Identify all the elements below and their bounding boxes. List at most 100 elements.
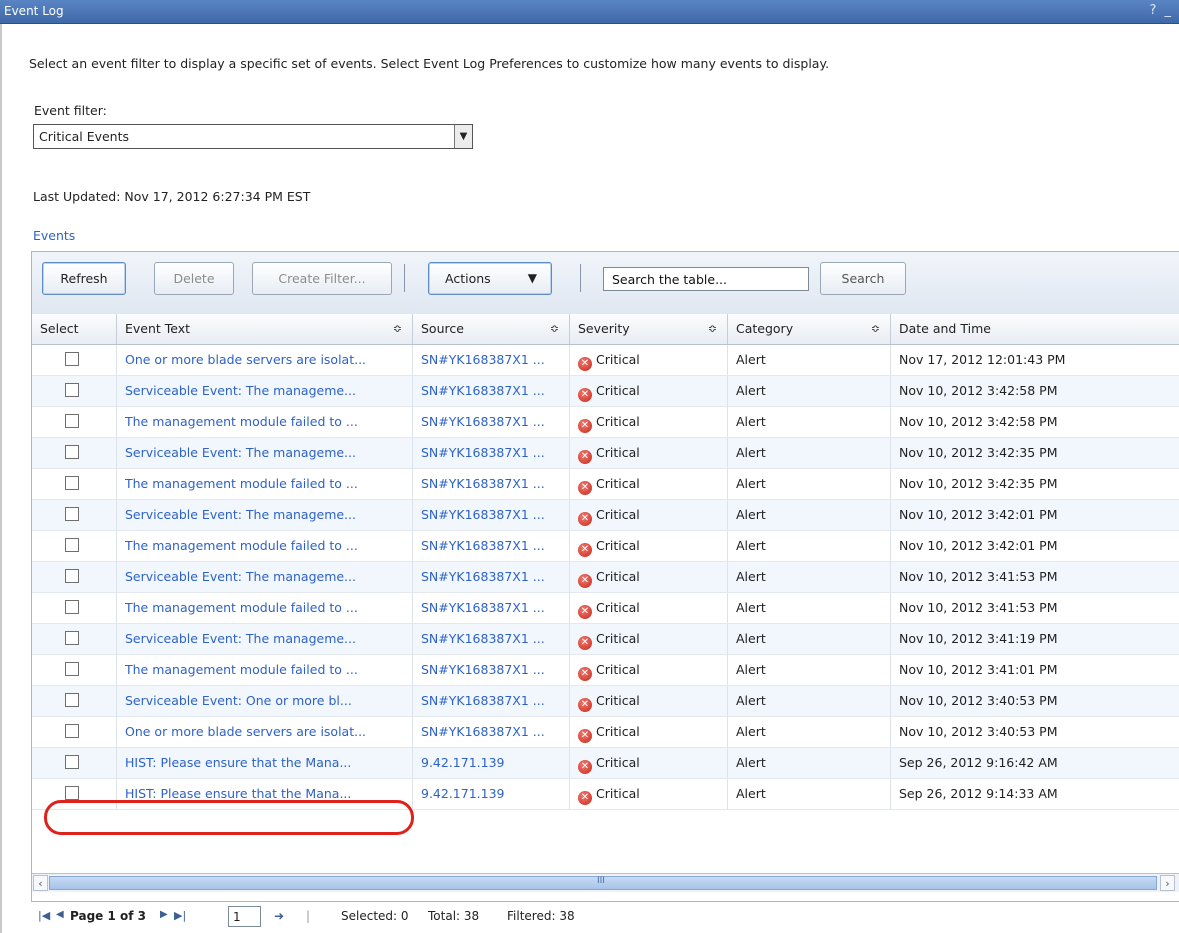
row-checkbox[interactable]	[65, 693, 79, 707]
first-page-icon[interactable]: |◀	[38, 909, 50, 922]
search-button[interactable]: Search	[820, 262, 906, 295]
prev-page-icon[interactable]: ◀	[56, 909, 64, 920]
row-checkbox[interactable]	[65, 600, 79, 614]
row-checkbox[interactable]	[65, 631, 79, 645]
table-row[interactable]: The management module failed to ... SN#YK…	[32, 469, 1179, 500]
row-checkbox[interactable]	[65, 662, 79, 676]
table-search-field[interactable]	[603, 267, 809, 291]
source-link[interactable]: SN#YK168387X1 ...	[413, 562, 570, 592]
table-search-input[interactable]	[610, 271, 804, 288]
event-text-link[interactable]: The management module failed to ...	[117, 655, 413, 685]
event-filter-select[interactable]: Critical Events ▼	[33, 124, 473, 149]
critical-icon: ✕	[578, 357, 592, 371]
sort-icon[interactable]: ≎	[393, 314, 402, 344]
col-event-text[interactable]: Event Text ≎	[117, 314, 413, 344]
go-arrow-icon[interactable]: ➜	[274, 909, 284, 923]
sort-icon[interactable]: ≎	[550, 314, 559, 344]
source-link[interactable]: SN#YK168387X1 ...	[413, 407, 570, 437]
row-checkbox[interactable]	[65, 724, 79, 738]
delete-button[interactable]: Delete	[154, 262, 234, 295]
table-row[interactable]: The management module failed to ... SN#YK…	[32, 531, 1179, 562]
horizontal-scrollbar[interactable]: ‹ III ›	[32, 873, 1179, 892]
source-link[interactable]: SN#YK168387X1 ...	[413, 500, 570, 530]
scroll-right-icon[interactable]: ›	[1160, 875, 1175, 891]
event-text-link[interactable]: The management module failed to ...	[117, 531, 413, 561]
toolbar-separator	[404, 264, 405, 292]
col-severity[interactable]: Severity ≎	[570, 314, 728, 344]
table-row[interactable]: The management module failed to ... SN#YK…	[32, 655, 1179, 686]
event-text-link[interactable]: Serviceable Event: One or more bl...	[117, 686, 413, 716]
table-row[interactable]: Serviceable Event: The manageme... SN#YK1…	[32, 562, 1179, 593]
event-text-link[interactable]: Serviceable Event: The manageme...	[117, 562, 413, 592]
col-date-time[interactable]: Date and Time	[891, 314, 1179, 344]
row-checkbox[interactable]	[65, 383, 79, 397]
source-link[interactable]: SN#YK168387X1 ...	[413, 469, 570, 499]
row-checkbox[interactable]	[65, 507, 79, 521]
event-text-link[interactable]: One or more blade servers are isolat...	[117, 717, 413, 747]
refresh-button[interactable]: Refresh	[42, 262, 126, 295]
table-row[interactable]: HIST: Please ensure that the Mana... 9.42…	[32, 779, 1179, 810]
event-text-link[interactable]: HIST: Please ensure that the Mana...	[117, 748, 413, 778]
grip-icon: III	[597, 876, 605, 886]
source-link[interactable]: SN#YK168387X1 ...	[413, 717, 570, 747]
source-link[interactable]: SN#YK168387X1 ...	[413, 686, 570, 716]
event-text-link[interactable]: One or more blade servers are isolat...	[117, 345, 413, 375]
table-row[interactable]: Serviceable Event: The manageme... SN#YK1…	[32, 500, 1179, 531]
row-checkbox[interactable]	[65, 414, 79, 428]
source-link[interactable]: 9.42.171.139	[413, 779, 570, 809]
row-checkbox[interactable]	[65, 445, 79, 459]
col-category[interactable]: Category ≎	[728, 314, 891, 344]
select-cell	[32, 407, 117, 437]
event-text-link[interactable]: The management module failed to ...	[117, 469, 413, 499]
page-number-input[interactable]: 1	[228, 906, 261, 927]
table-row[interactable]: Serviceable Event: The manageme... SN#YK1…	[32, 376, 1179, 407]
row-checkbox[interactable]	[65, 786, 79, 800]
event-text-link[interactable]: Serviceable Event: The manageme...	[117, 376, 413, 406]
last-page-icon[interactable]: ▶|	[174, 909, 186, 922]
source-link[interactable]: SN#YK168387X1 ...	[413, 624, 570, 654]
table-row[interactable]: Serviceable Event: The manageme... SN#YK1…	[32, 438, 1179, 469]
event-text-link[interactable]: Serviceable Event: The manageme...	[117, 624, 413, 654]
source-link[interactable]: SN#YK168387X1 ...	[413, 593, 570, 623]
caret-down-icon: ▼	[527, 271, 537, 285]
event-text-link[interactable]: HIST: Please ensure that the Mana...	[117, 779, 413, 809]
event-text-link[interactable]: The management module failed to ...	[117, 593, 413, 623]
table-row[interactable]: The management module failed to ... SN#YK…	[32, 407, 1179, 438]
severity-cell: ✕ Critical	[570, 345, 728, 375]
event-text-link[interactable]: The management module failed to ...	[117, 407, 413, 437]
scroll-left-icon[interactable]: ‹	[33, 875, 48, 891]
col-select[interactable]: Select	[32, 314, 117, 344]
sort-icon[interactable]: ≎	[871, 314, 880, 344]
help-minimize-controls[interactable]: ? _	[1149, 3, 1173, 18]
table-row[interactable]: Serviceable Event: One or more bl... SN#Y…	[32, 686, 1179, 717]
scrollbar-thumb[interactable]: III	[49, 876, 1157, 890]
source-link[interactable]: 9.42.171.139	[413, 748, 570, 778]
critical-icon: ✕	[578, 419, 592, 433]
row-checkbox[interactable]	[65, 476, 79, 490]
event-text-link[interactable]: Serviceable Event: The manageme...	[117, 438, 413, 468]
chevron-down-icon[interactable]: ▼	[454, 125, 472, 148]
severity-cell: ✕ Critical	[570, 469, 728, 499]
create-filter-button[interactable]: Create Filter...	[252, 262, 392, 295]
table-row[interactable]: One or more blade servers are isolat... S…	[32, 345, 1179, 376]
source-link[interactable]: SN#YK168387X1 ...	[413, 345, 570, 375]
source-link[interactable]: SN#YK168387X1 ...	[413, 438, 570, 468]
col-source[interactable]: Source ≎	[413, 314, 570, 344]
source-link[interactable]: SN#YK168387X1 ...	[413, 376, 570, 406]
actions-button[interactable]: Actions ▼	[428, 262, 552, 295]
row-checkbox[interactable]	[65, 755, 79, 769]
row-checkbox[interactable]	[65, 352, 79, 366]
table-row[interactable]: HIST: Please ensure that the Mana... 9.42…	[32, 748, 1179, 779]
event-text-link[interactable]: Serviceable Event: The manageme...	[117, 500, 413, 530]
source-link[interactable]: SN#YK168387X1 ...	[413, 531, 570, 561]
table-row[interactable]: One or more blade servers are isolat... S…	[32, 717, 1179, 748]
date-time-cell: Nov 10, 2012 3:41:53 PM	[899, 569, 1058, 584]
table-row[interactable]: The management module failed to ... SN#YK…	[32, 593, 1179, 624]
table-row[interactable]: Serviceable Event: The manageme... SN#YK1…	[32, 624, 1179, 655]
source-link[interactable]: SN#YK168387X1 ...	[413, 655, 570, 685]
sort-icon[interactable]: ≎	[708, 314, 717, 344]
row-checkbox[interactable]	[65, 569, 79, 583]
next-page-icon[interactable]: ▶	[160, 909, 168, 920]
events-link[interactable]: Events	[33, 228, 75, 243]
row-checkbox[interactable]	[65, 538, 79, 552]
